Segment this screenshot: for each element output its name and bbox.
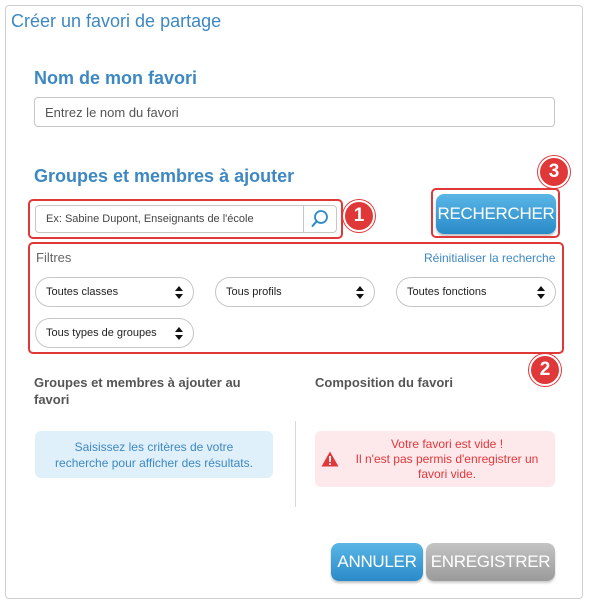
annotation-badge-3: 3	[538, 156, 570, 188]
favorite-name-placeholder: Entrez le nom du favori	[45, 104, 179, 120]
dialog-title: Créer un favori de partage	[11, 11, 222, 31]
column-divider	[295, 421, 296, 507]
warning-line-2: Il n'est pas permis d'enregistrer un fav…	[355, 451, 539, 481]
annotation-frame-2	[28, 242, 564, 354]
save-button[interactable]: ENREGISTRER	[426, 543, 555, 581]
composition-column-title: Composition du favori	[315, 375, 453, 390]
favorite-name-input[interactable]: Entrez le nom du favori	[34, 97, 555, 127]
warning-line-1: Votre favori est vide !	[390, 436, 504, 451]
empty-favorite-warning: Votre favori est vide ! Il n'est pas per…	[315, 431, 555, 487]
results-column-title: Groupes et membres à ajouter au favori	[34, 375, 241, 407]
warning-icon	[321, 451, 339, 467]
warning-text: Votre favori est vide ! Il n'est pas per…	[345, 437, 555, 482]
groups-members-heading: Groupes et membres à ajouter	[34, 166, 295, 186]
favorite-name-heading: Nom de mon favori	[34, 68, 198, 88]
search-info-message: Saisissez les critères de votre recherch…	[35, 431, 273, 478]
cancel-button[interactable]: ANNULER	[331, 543, 423, 581]
search-info-text: Saisissez les critères de votre recherch…	[55, 439, 253, 470]
annotation-badge-1: 1	[343, 200, 375, 232]
annotation-frame-3	[431, 188, 560, 238]
annotation-frame-1	[28, 199, 343, 239]
